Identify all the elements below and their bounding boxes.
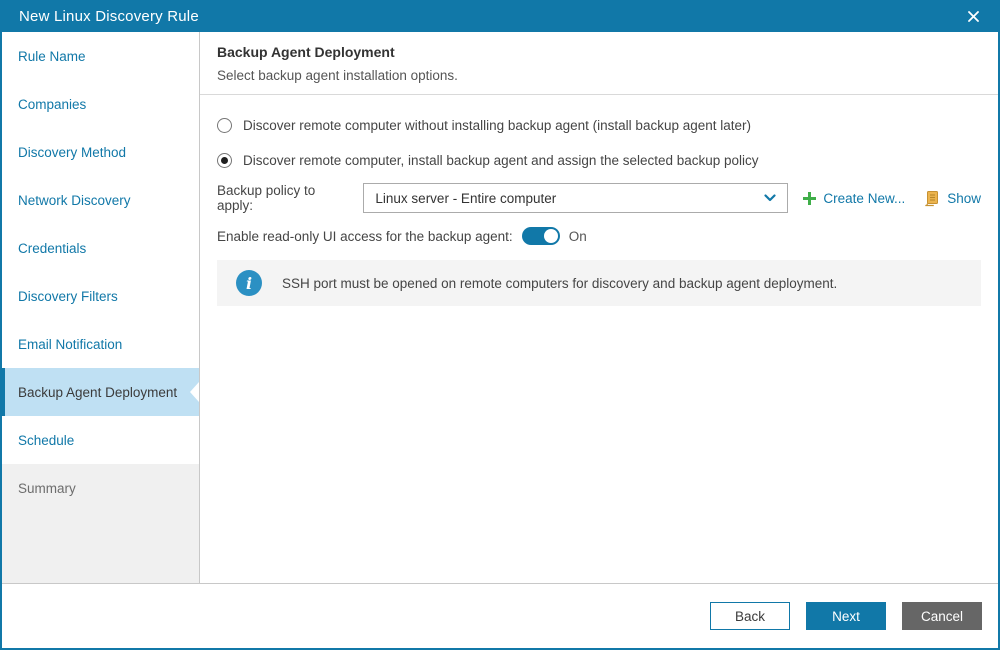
chevron-down-icon (764, 194, 776, 202)
info-icon: i (236, 270, 262, 296)
sidebar-item-email-notification[interactable]: Email Notification (2, 320, 199, 368)
next-button[interactable]: Next (806, 602, 886, 630)
backup-policy-row: Backup policy to apply: Linux server - E… (217, 183, 981, 213)
radio-option-label: Discover remote computer without install… (243, 118, 751, 133)
sidebar-item-backup-agent-deployment[interactable]: Backup Agent Deployment (2, 368, 199, 416)
radio-option-discover-install-agent[interactable]: Discover remote computer, install backup… (217, 153, 759, 168)
radio-checked-icon (217, 153, 232, 168)
readonly-ui-toggle-label: Enable read-only UI access for the backu… (217, 229, 513, 244)
sidebar-item-credentials[interactable]: Credentials (2, 224, 199, 272)
show-label: Show (947, 191, 981, 206)
selected-step-notch (190, 382, 199, 402)
backup-policy-label: Backup policy to apply: (217, 183, 353, 213)
dialog-body: Rule Name Companies Discovery Method Net… (2, 32, 998, 583)
titlebar: New Linux Discovery Rule (2, 0, 998, 32)
create-new-label: Create New... (823, 191, 905, 206)
backup-policy-selected-value: Linux server - Entire computer (375, 191, 764, 206)
readonly-ui-toggle-row: Enable read-only UI access for the backu… (217, 227, 981, 245)
sidebar-item-rule-name[interactable]: Rule Name (2, 32, 199, 80)
step-header: Backup Agent Deployment Select backup ag… (200, 32, 998, 95)
show-policy-link[interactable]: Show (923, 190, 981, 207)
footer: Back Next Cancel (2, 583, 998, 648)
sidebar-item-label: Backup Agent Deployment (18, 385, 177, 400)
info-bar: i SSH port must be opened on remote comp… (217, 260, 981, 306)
toggle-state-label: On (569, 229, 587, 244)
new-linux-discovery-rule-dialog: New Linux Discovery Rule Rule Name Compa… (0, 0, 1000, 650)
sidebar-item-discovery-method[interactable]: Discovery Method (2, 128, 199, 176)
close-icon (968, 11, 979, 22)
toggle-knob (544, 229, 558, 243)
readonly-ui-toggle[interactable] (522, 227, 560, 245)
radio-option-label: Discover remote computer, install backup… (243, 153, 759, 168)
sidebar-item-companies[interactable]: Companies (2, 80, 199, 128)
main-panel: Backup Agent Deployment Select backup ag… (200, 32, 998, 583)
step-content: Discover remote computer without install… (200, 95, 998, 583)
radio-option-discover-without-agent[interactable]: Discover remote computer without install… (217, 118, 751, 133)
radio-unchecked-icon (217, 118, 232, 133)
back-button[interactable]: Back (710, 602, 790, 630)
dialog-title: New Linux Discovery Rule (19, 8, 962, 25)
info-text: SSH port must be opened on remote comput… (282, 276, 837, 291)
plus-icon (803, 192, 816, 205)
wizard-steps-sidebar: Rule Name Companies Discovery Method Net… (2, 32, 200, 583)
backup-policy-select[interactable]: Linux server - Entire computer (363, 183, 788, 213)
page-title: Backup Agent Deployment (217, 42, 981, 62)
sidebar-filler (2, 512, 199, 583)
policy-scroll-icon (923, 190, 940, 207)
create-new-policy-link[interactable]: Create New... (803, 191, 905, 206)
close-button[interactable] (962, 5, 984, 27)
sidebar-item-discovery-filters[interactable]: Discovery Filters (2, 272, 199, 320)
page-subtitle: Select backup agent installation options… (217, 66, 981, 86)
sidebar-item-schedule[interactable]: Schedule (2, 416, 199, 464)
sidebar-item-summary: Summary (2, 464, 199, 512)
sidebar-item-network-discovery[interactable]: Network Discovery (2, 176, 199, 224)
cancel-button[interactable]: Cancel (902, 602, 982, 630)
